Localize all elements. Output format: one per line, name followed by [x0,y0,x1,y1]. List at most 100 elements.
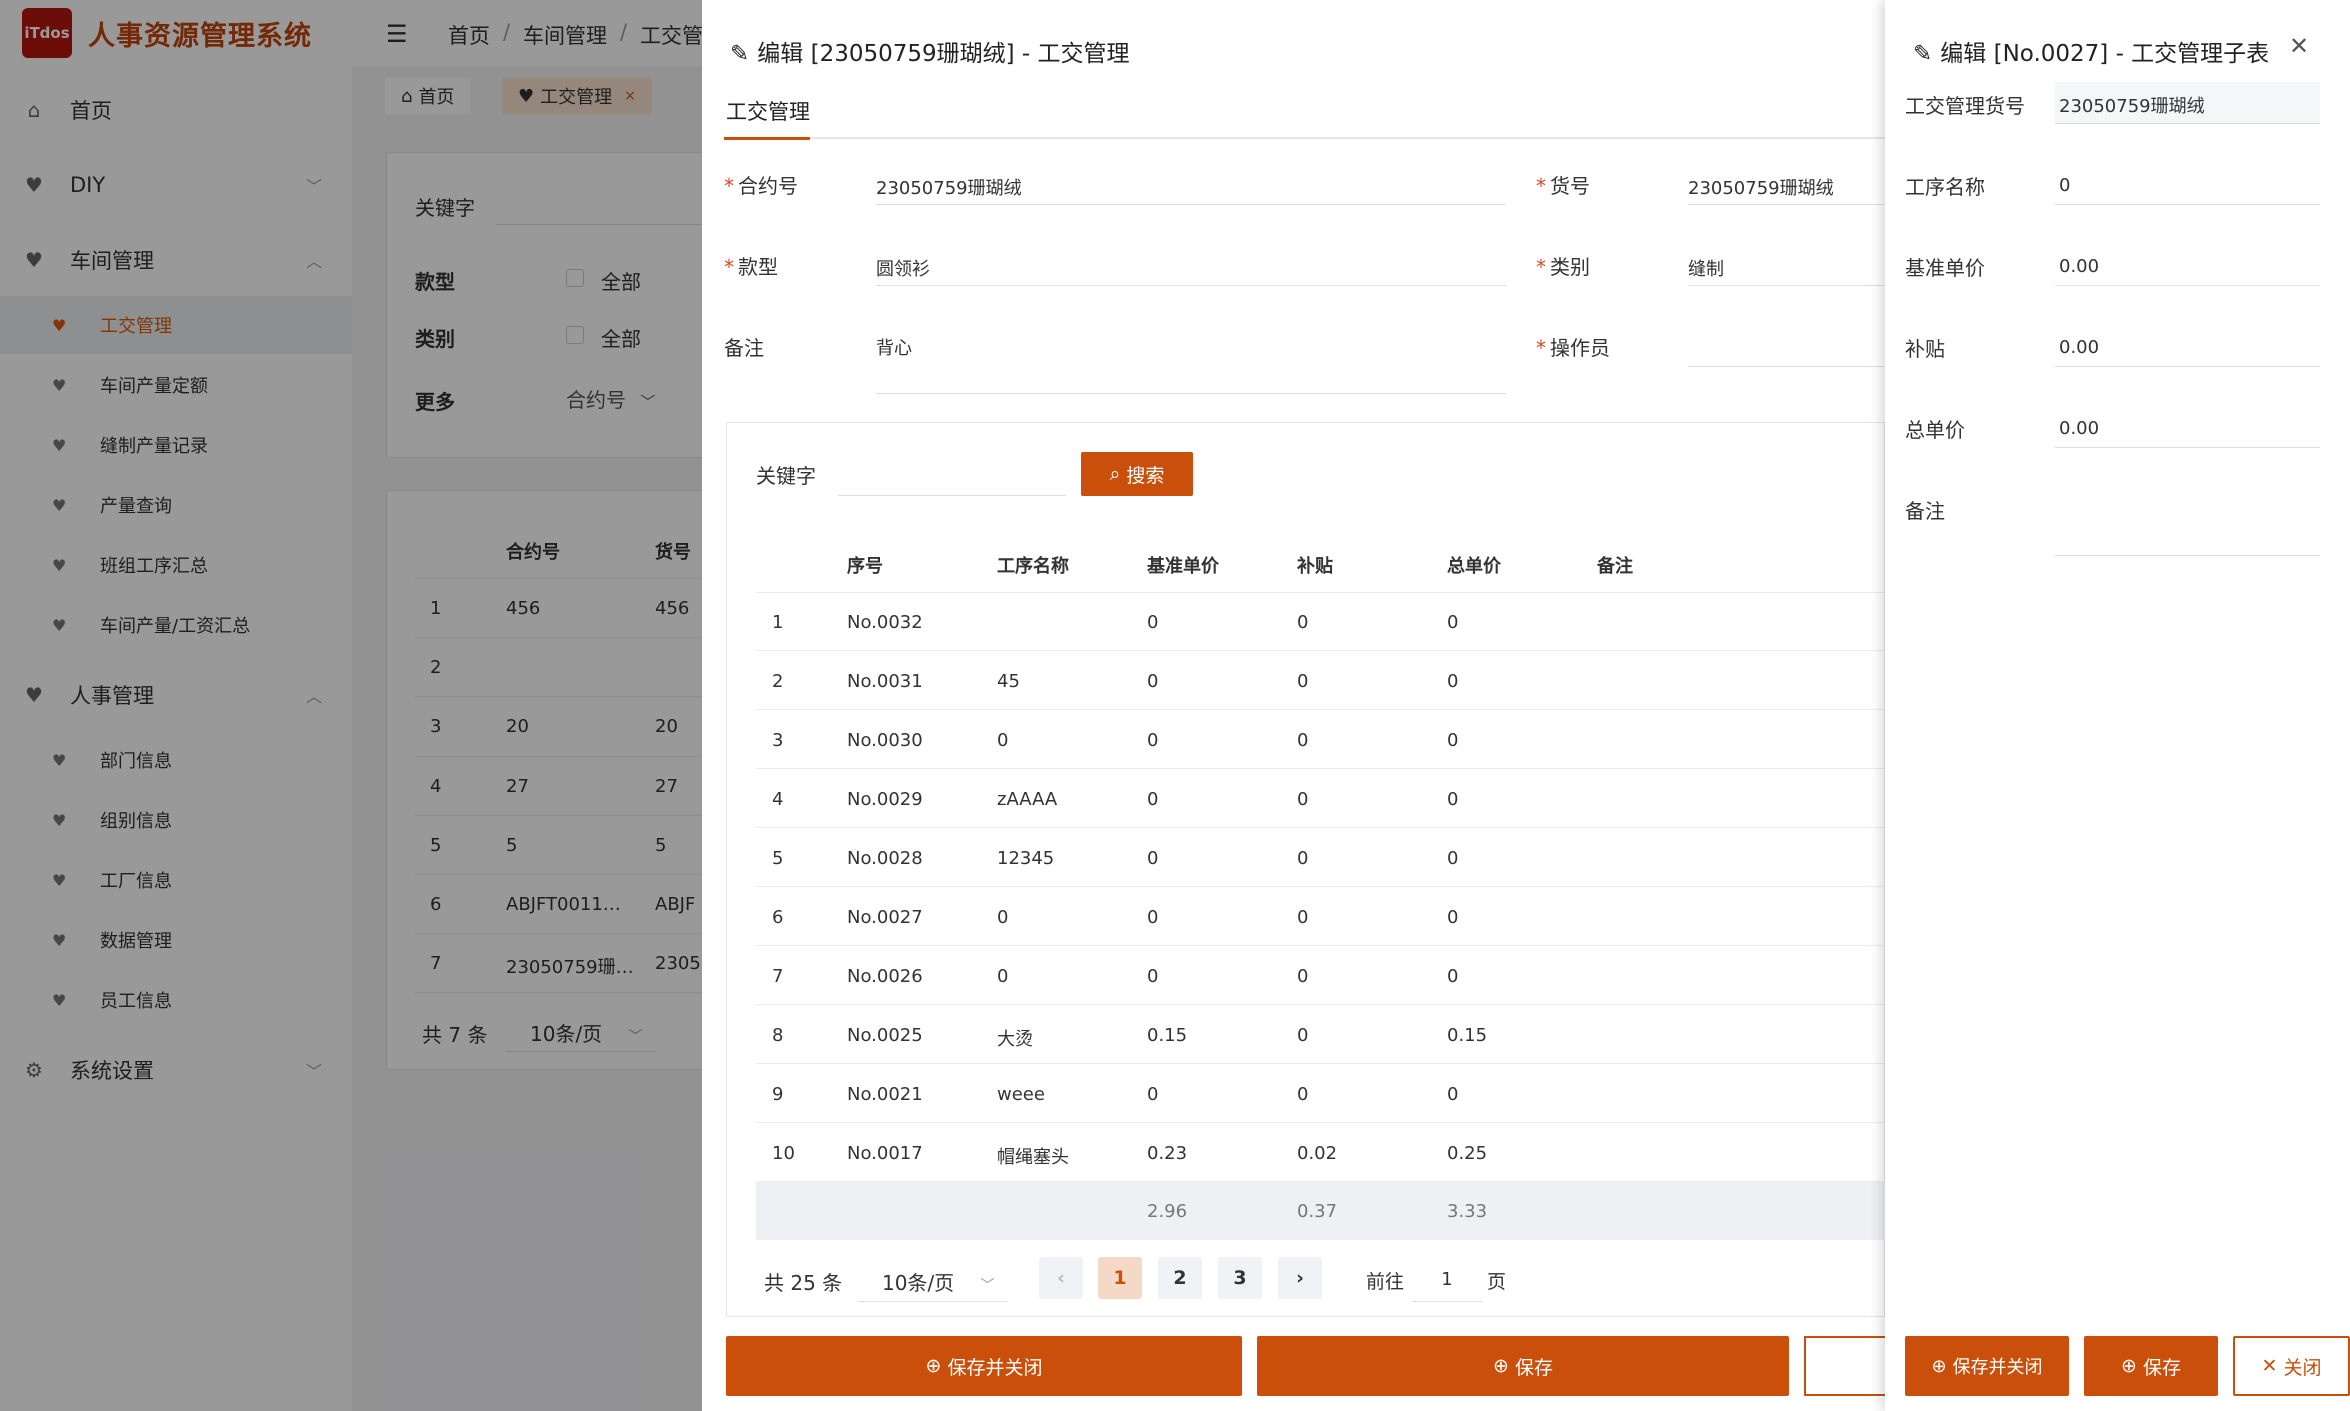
sub-save-button[interactable]: ⊕ 保存 [2084,1336,2218,1396]
table-cell: 0 [1297,1084,1309,1105]
table-cell: 0 [1147,671,1159,692]
prev-page-button[interactable]: ‹ [1039,1257,1083,1299]
table-row[interactable] [756,1064,1885,1123]
item-number-field[interactable]: 23050759珊瑚绒 [2055,82,2320,124]
row-index: 3 [772,730,784,751]
table-row[interactable] [756,828,1885,887]
subsidy-field[interactable]: 0.00 [2059,337,2099,358]
plus-circle-icon: ⊕ [1931,1355,1947,1377]
category-input[interactable]: 缝制 [1688,255,1724,281]
table-cell: 0 [997,966,1009,987]
table-cell: 0 [1147,907,1159,928]
table-cell: 0 [1447,671,1459,692]
table-cell: 0.23 [1147,1143,1188,1164]
sub-edit-drawer: ✎ 编辑 [No.0027] - 工交管理子表 ✕ 工交管理货号 23050759… [1885,0,2350,1411]
table-cell: zAAAA [997,789,1058,810]
table-cell: No.0031 [847,671,923,692]
chevron-down-icon: ﹀ [980,1278,995,1294]
table-cell: 0 [1297,966,1309,987]
operator-input[interactable] [1688,366,1885,367]
table-cell: 0 [1297,848,1309,869]
plus-circle-icon: ⊕ [925,1355,942,1377]
table-cell: 0 [1297,671,1309,692]
table-cell: 0 [997,730,1009,751]
table-row[interactable] [756,710,1885,769]
process-name-field[interactable]: 0 [2059,175,2070,196]
detail-search-input[interactable] [838,495,1066,496]
row-index: 7 [772,966,784,987]
search-button[interactable]: ⌕ 搜索 [1081,452,1193,496]
table-cell: 0 [1297,730,1309,751]
table-cell: No.0030 [847,730,923,751]
page-2-button[interactable]: 2 [1158,1257,1202,1299]
table-cell: weee [997,1084,1045,1105]
table-cell: 0 [1297,789,1309,810]
active-tab-indicator [724,137,810,140]
plus-circle-icon: ⊕ [2121,1355,2137,1377]
row-index: 10 [772,1143,795,1164]
table-row[interactable] [756,946,1885,1005]
goto-page-input[interactable]: 1 [1412,1258,1482,1302]
save-button[interactable]: ⊕ 保存 [1257,1336,1789,1396]
table-row[interactable] [756,1005,1885,1064]
base-price-field[interactable]: 0.00 [2059,256,2099,277]
page-3-button[interactable]: 3 [1218,1257,1262,1299]
table-cell: 0 [1297,1025,1309,1046]
row-index: 8 [772,1025,784,1046]
edit-drawer: ✎ 编辑 [23050759珊瑚绒] - 工交管理 工交管理 * 合约号 23050… [702,0,1885,1411]
contract-input[interactable]: 23050759珊瑚绒 [876,174,1022,200]
tab-gongjiao-form[interactable]: 工交管理 [726,96,810,126]
search-icon: ⌕ [1109,463,1121,485]
table-cell: No.0021 [847,1084,923,1105]
row-index: 6 [772,907,784,928]
row-index: 2 [772,671,784,692]
table-cell: 12345 [997,848,1055,869]
drawer-title: ✎ 编辑 [23050759珊瑚绒] - 工交管理 [730,41,1130,67]
table-cell: 0.02 [1297,1143,1338,1164]
table-row[interactable] [756,887,1885,946]
table-cell: 0 [1147,848,1159,869]
table-cell: 0.25 [1447,1143,1488,1164]
table-cell: No.0032 [847,612,923,633]
page-1-button[interactable]: 1 [1098,1257,1142,1299]
table-cell: No.0026 [847,966,923,987]
table-row[interactable] [756,651,1885,710]
detail-page-size-select[interactable]: 10条/页 ﹀ [858,1258,1008,1302]
table-cell: 45 [997,671,1020,692]
next-page-button[interactable]: › [1278,1257,1322,1299]
sub-save-close-button[interactable]: ⊕ 保存并关闭 [1905,1336,2069,1396]
total-price-field[interactable]: 0.00 [2059,418,2099,439]
table-cell: 0.15 [1147,1025,1188,1046]
close-button-partial[interactable] [1804,1336,1885,1396]
item-number-input[interactable]: 23050759珊瑚绒 [1688,174,1834,200]
table-row[interactable] [756,592,1885,651]
table-cell: 0 [1147,1084,1159,1105]
table-cell: No.0027 [847,907,923,928]
table-cell: 帽绳塞头 [997,1147,1069,1168]
edit-icon: ✎ [730,41,750,67]
table-cell: 0 [1297,907,1309,928]
table-cell: 0.15 [1447,1025,1488,1046]
table-cell: No.0029 [847,789,923,810]
table-cell: 0 [1447,730,1459,751]
table-cell: 0 [1447,789,1459,810]
table-cell: No.0028 [847,848,923,869]
sub-close-button[interactable]: ✕ 关闭 [2233,1336,2350,1396]
close-icon[interactable]: ✕ [2289,32,2309,60]
table-row[interactable] [756,769,1885,828]
row-index: 1 [772,612,784,633]
table-cell: 大烫 [997,1029,1033,1050]
sub-drawer-title: ✎ 编辑 [No.0027] - 工交管理子表 [1913,41,2270,67]
plus-circle-icon: ⊕ [1493,1355,1509,1377]
table-cell: 0 [1447,907,1459,928]
save-close-button[interactable]: ⊕ 保存并关闭 [726,1336,1242,1396]
table-cell: 0 [1297,612,1309,633]
table-cell: 0 [997,907,1009,928]
table-cell: 0 [1447,848,1459,869]
row-index: 4 [772,789,784,810]
row-index: 5 [772,848,784,869]
note-textarea[interactable]: 背心 [876,334,912,360]
table-cell: 0 [1147,789,1159,810]
style-input[interactable]: 圆领衫 [876,255,930,281]
edit-icon: ✎ [1913,41,1933,67]
